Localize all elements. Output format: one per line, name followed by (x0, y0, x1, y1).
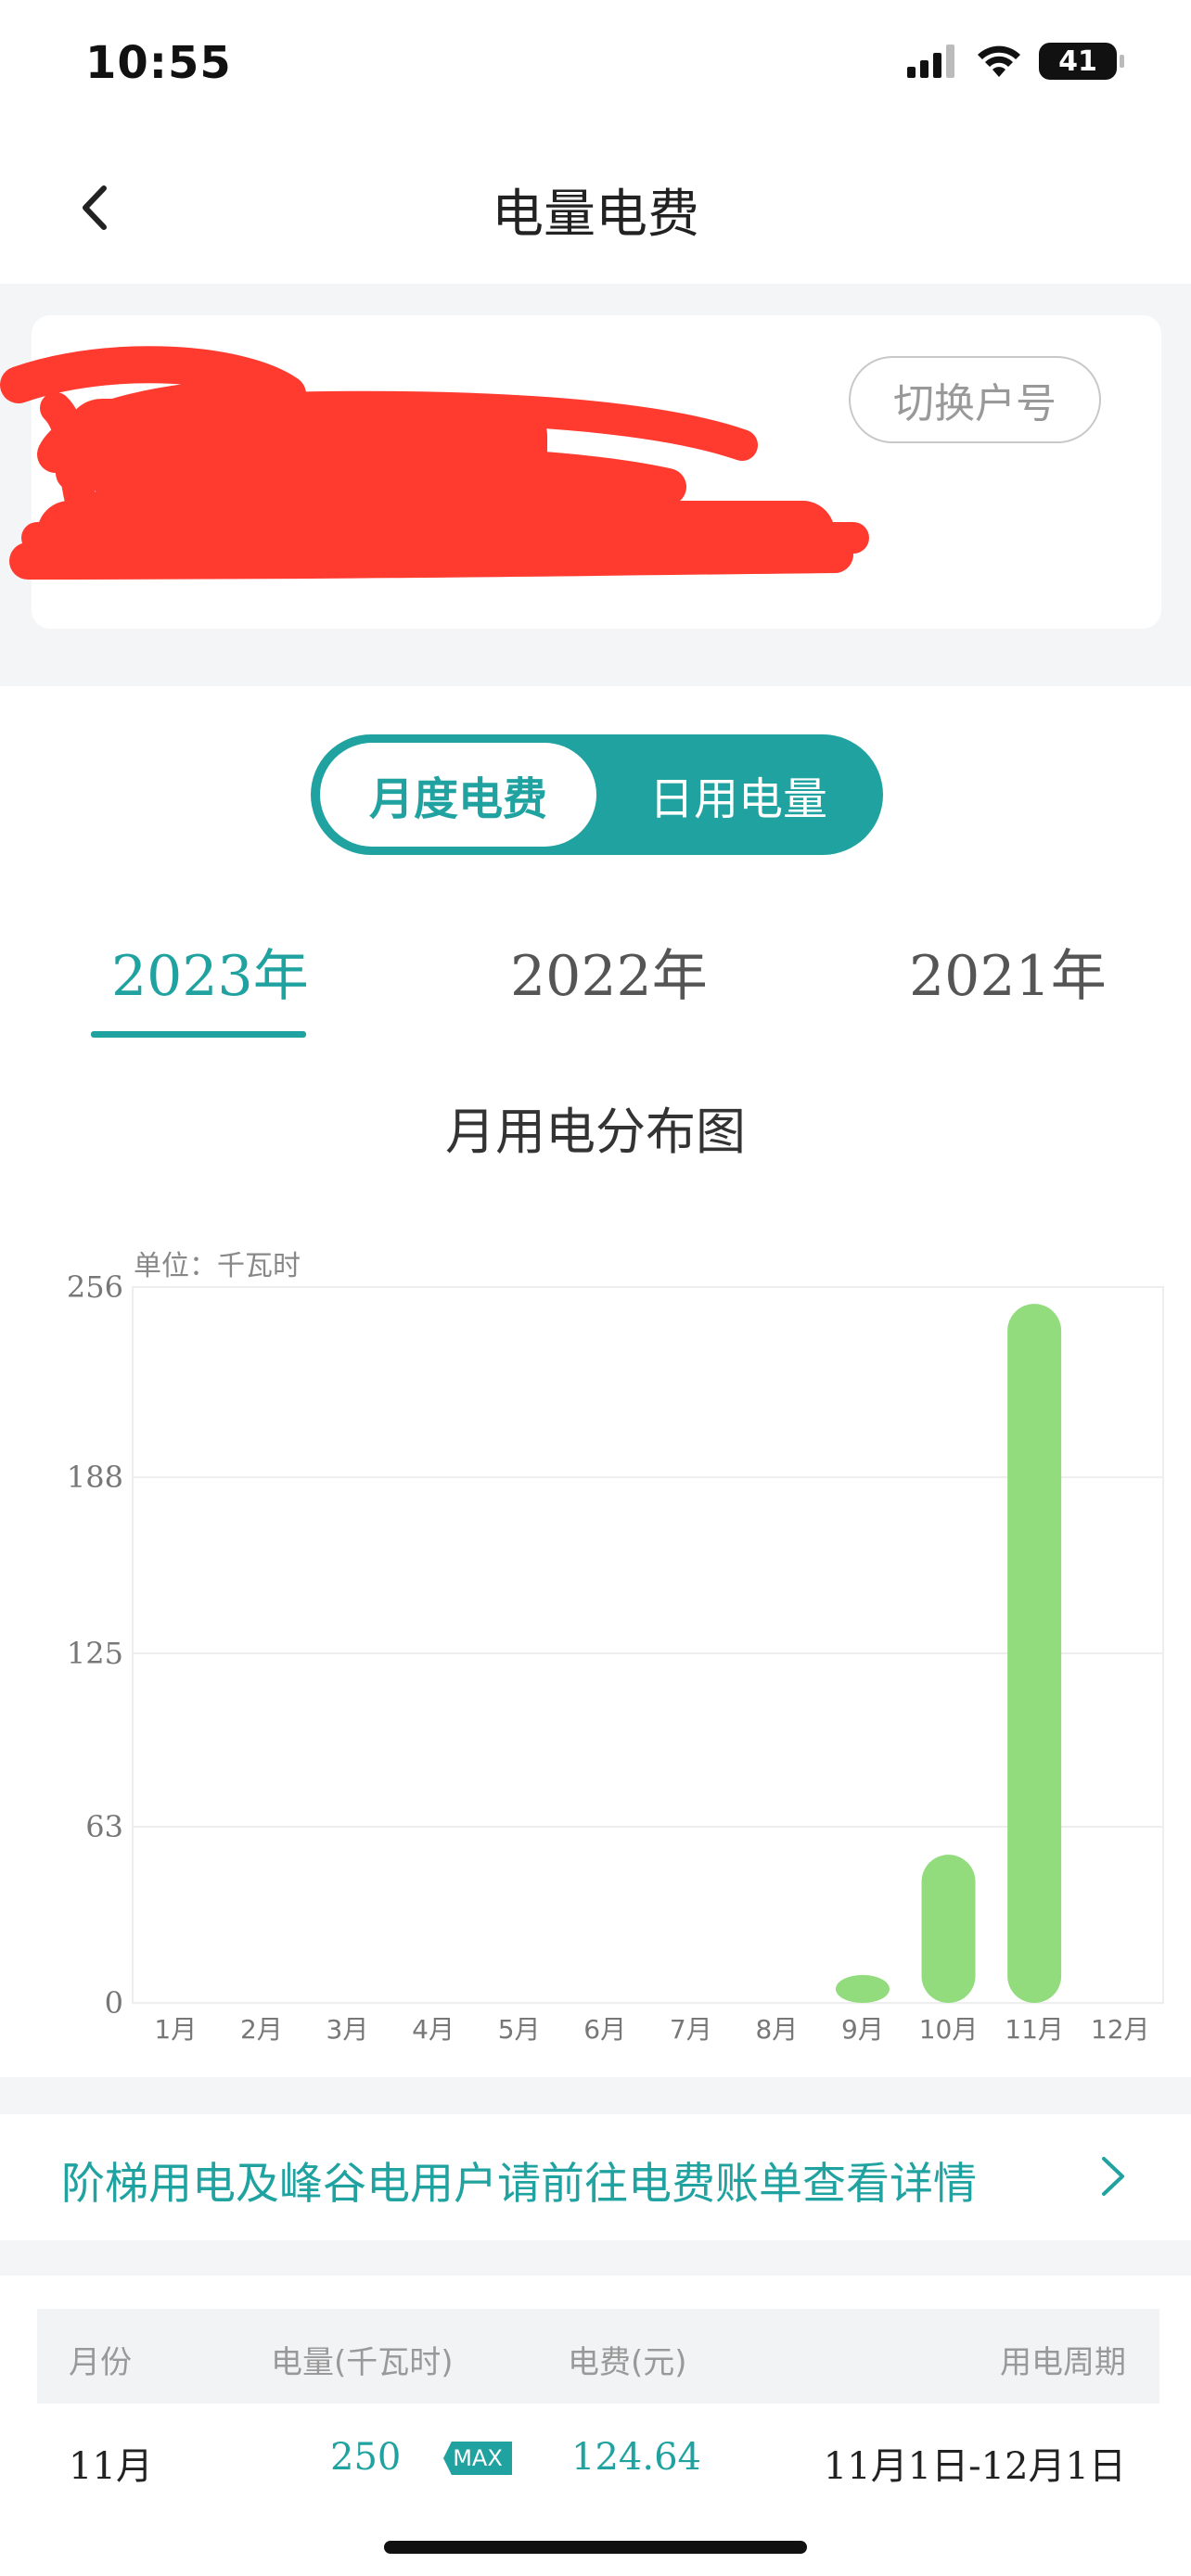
y-tick-label: 256 (67, 1269, 123, 1305)
redaction-scribble (0, 346, 869, 580)
x-tick-label: 11月 (1005, 2014, 1064, 2045)
chart-title: 月用电分布图 (445, 1103, 746, 1161)
max-badge: MAX (443, 2442, 512, 2475)
x-tick-label: 8月 (755, 2014, 798, 2045)
page-title: 电量电费 (492, 185, 699, 245)
column-header-usage: 电量(千瓦时) (271, 2344, 454, 2381)
x-tick-label: 7月 (670, 2014, 712, 2045)
row-fee: 124.64 (571, 2436, 701, 2479)
toggle-monthly-fee[interactable]: 月度电费 (320, 743, 596, 847)
tab-year-2023[interactable]: 2023年 (111, 931, 309, 1012)
x-tick-label: 2月 (240, 2014, 283, 2045)
battery-icon: 41 (1039, 43, 1124, 80)
battery-level: 41 (1058, 45, 1097, 78)
bar-11月[interactable] (1007, 1304, 1062, 2003)
tab-year-2021[interactable]: 2021年 (909, 931, 1107, 1012)
toggle-daily-usage[interactable]: 日用电量 (603, 743, 874, 847)
x-tick-label: 6月 (583, 2014, 626, 2045)
row-month: 11月 (69, 2445, 153, 2488)
x-tick-label: 1月 (154, 2014, 197, 2045)
switch-account-button[interactable]: 切换户号 (849, 356, 1101, 443)
column-header-month: 月份 (69, 2344, 132, 2381)
row-period: 11月1日-12月1日 (823, 2445, 1126, 2488)
status-time: 10:55 (85, 37, 232, 89)
selected-tab-indicator (91, 1031, 306, 1038)
bar-10月[interactable] (921, 1855, 976, 2003)
y-tick-label: 63 (85, 1809, 123, 1844)
home-indicator (384, 2541, 807, 2554)
x-tick-label: 12月 (1091, 2014, 1150, 2045)
cellular-signal-icon (907, 45, 954, 78)
x-tick-label: 4月 (412, 2014, 455, 2045)
bar-9月[interactable] (835, 1974, 890, 2003)
column-header-fee: 电费(元) (568, 2344, 687, 2381)
wifi-icon (978, 45, 1020, 77)
section-divider (0, 2077, 1191, 2114)
x-tick-label: 10月 (919, 2014, 979, 2045)
y-tick-label: 125 (67, 1636, 123, 1671)
x-tick-label: 9月 (841, 2014, 884, 2045)
row-usage: 250 (330, 2436, 402, 2479)
monthly-usage-chart: 0 63 125 188 256 1月 2月 3月 4月 5月 6月 7月 8月 9月 10月 11月 12月 (67, 1269, 1164, 2045)
status-icons: 41 (907, 43, 1124, 80)
column-header-period: 用电周期 (1000, 2344, 1126, 2381)
tab-year-2022[interactable]: 2022年 (510, 931, 708, 1012)
chevron-right-icon (1102, 2157, 1124, 2196)
bill-details-link[interactable]: 阶梯用电及峰谷电用户请前往电费账单查看详情 (0, 2114, 1191, 2240)
section-divider (0, 2240, 1191, 2276)
x-tick-label: 3月 (327, 2014, 369, 2045)
y-tick-label: 0 (105, 1985, 123, 2021)
bill-details-text: 阶梯用电及峰谷电用户请前往电费账单查看详情 (61, 2159, 977, 2210)
y-tick-label: 188 (67, 1460, 123, 1495)
x-tick-label: 5月 (498, 2014, 541, 2045)
